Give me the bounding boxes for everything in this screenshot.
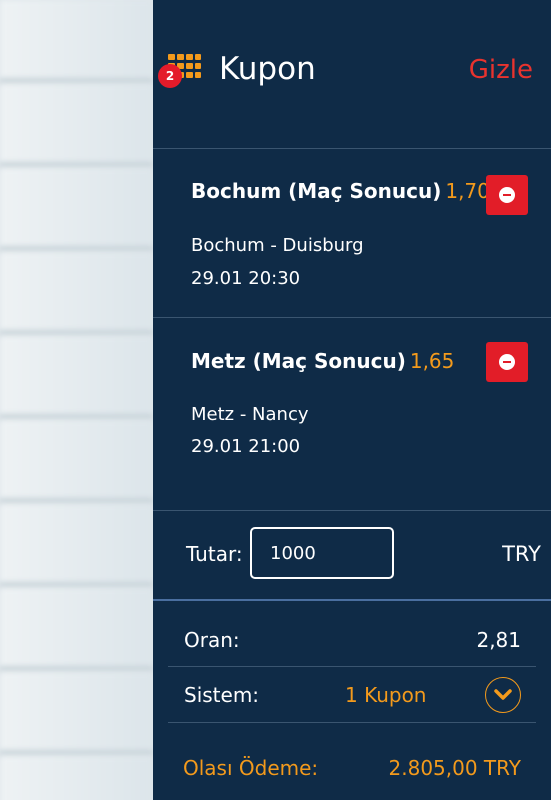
system-row: Sistem: 1 Kupon [168,666,536,723]
coupon-header: 2 Kupon Gizle [153,0,551,149]
bet-selection-label: Metz (Maç Sonucu) [191,349,406,373]
list-item [0,84,153,168]
bet-odd: 1,65 [409,349,455,373]
system-label: Sistem: [184,683,260,707]
list-item [0,756,153,800]
list-item [0,168,153,252]
bet-time: 29.01 20:30 [191,268,301,289]
bet-item: Bochum (Maç Sonucu) 1,70 Bochum - Duisbur… [153,149,551,318]
odds-label: Oran: [184,628,240,652]
payout-label: Olası Ödeme: [183,756,319,780]
payout-row: Olası Ödeme: 2.805,00 TRY [168,740,536,792]
bet-match: Bochum - Duisburg [191,235,364,256]
chevron-down-icon[interactable] [485,677,521,713]
odds-row: Oran: 2,81 [168,614,536,667]
odds-value: 2,81 [476,628,521,652]
hide-button[interactable]: Gizle [469,55,533,85]
bet-selection-label: Bochum (Maç Sonucu) [191,179,442,203]
stake-row: Tutar: TRY [153,510,551,601]
stake-input[interactable] [250,527,394,579]
payout-value: 2.805,00 TRY [388,756,521,780]
list-item [0,336,153,420]
coupon-panel: 2 Kupon Gizle Bochum (Maç Sonucu) 1,70 Bo… [153,0,551,800]
remove-bet-button[interactable] [486,342,528,382]
system-select[interactable]: 1 Kupon [345,683,426,707]
minus-icon [499,187,515,203]
page-title: Kupon [219,51,316,87]
bet-time: 29.01 21:00 [191,436,301,457]
minus-icon [499,354,515,370]
remove-bet-button[interactable] [486,175,528,215]
list-item [0,672,153,756]
bet-match: Metz - Nancy [191,404,309,425]
currency-label: TRY [502,542,541,566]
list-item [0,252,153,336]
bet-odd: 1,70 [445,179,490,203]
stake-label: Tutar: [186,542,243,566]
bet-selection: Bochum (Maç Sonucu) 1,70 [191,179,490,203]
list-item [0,588,153,672]
background-list [0,0,153,800]
list-item [0,420,153,504]
bet-selection: Metz (Maç Sonucu) 1,65 [191,349,454,373]
bet-item: Metz (Maç Sonucu) 1,65 Metz - Nancy 29.01… [153,318,551,509]
coupon-count-badge: 2 [158,64,182,88]
list-item [0,504,153,588]
list-item [0,0,153,84]
